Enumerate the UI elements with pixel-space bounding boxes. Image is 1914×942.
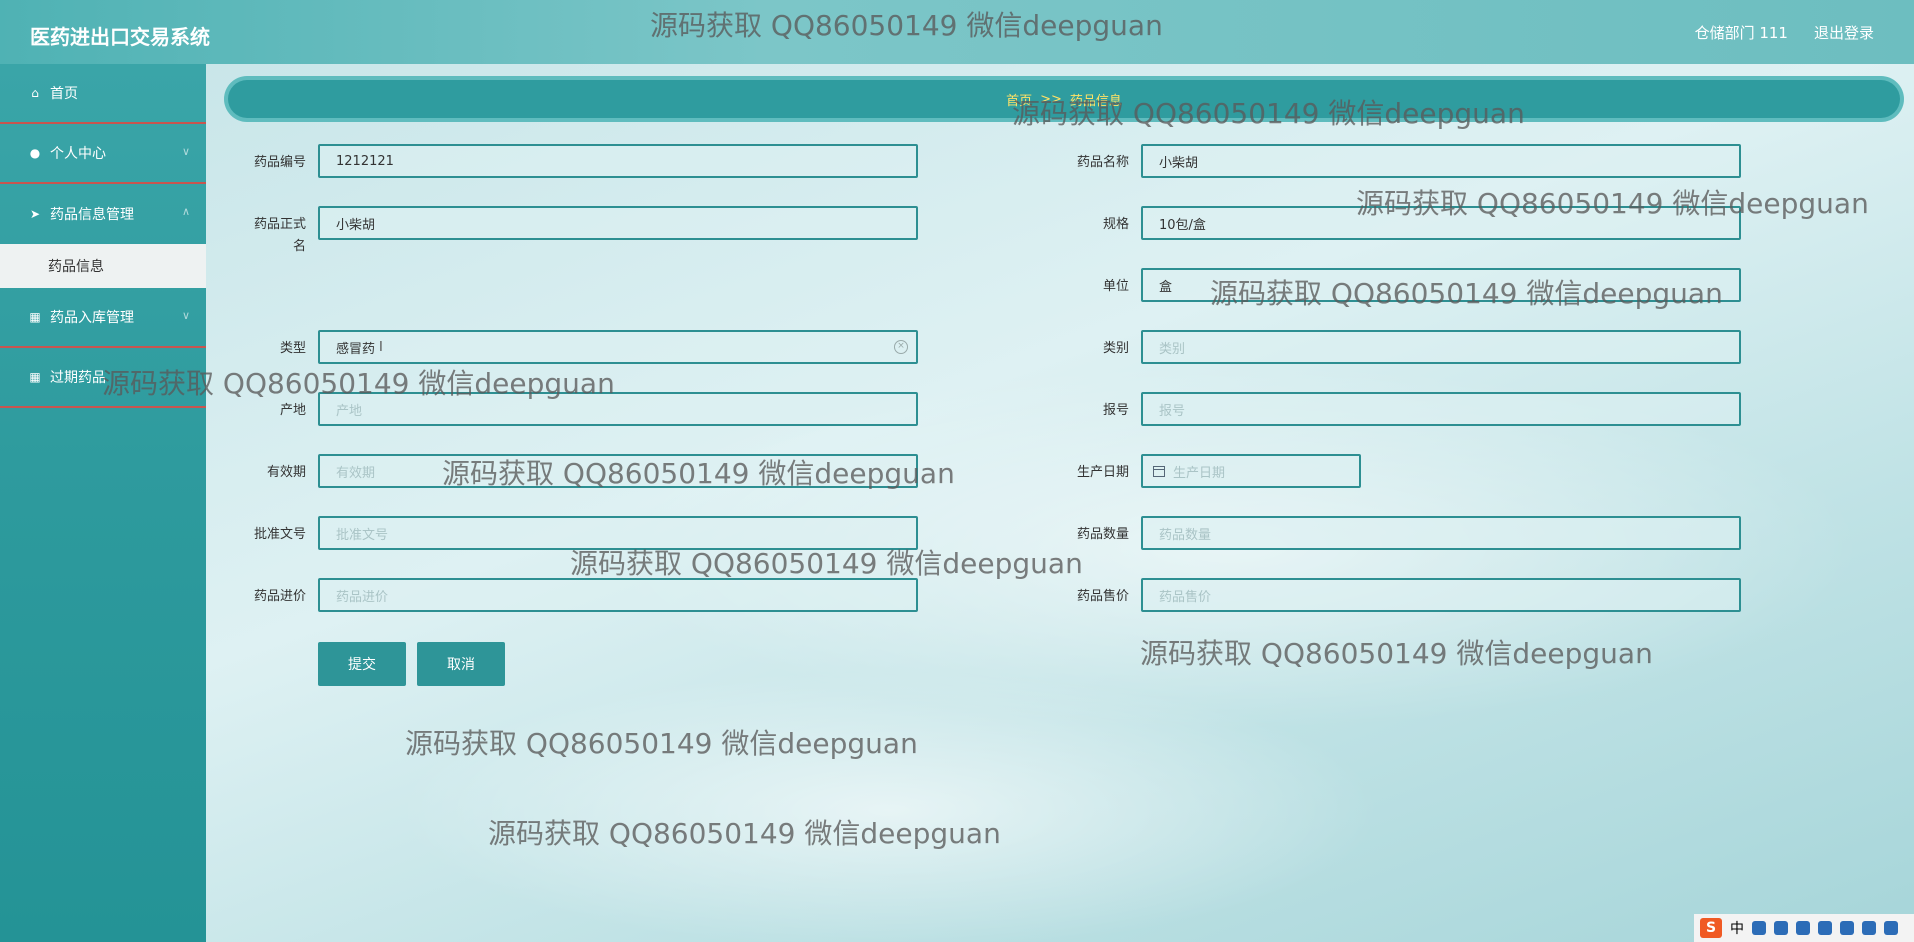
prod-date-picker[interactable]: 生产日期 — [1141, 454, 1361, 488]
top-bar-actions: 仓储部门 111 退出登录 — [1695, 22, 1874, 43]
form-row-category: 类别 类别 — [1029, 330, 1741, 368]
watermark: 源码获取 QQ86050149 微信deepguan — [1012, 97, 1525, 130]
form-row-quantity: 药品数量 药品数量 — [1029, 516, 1741, 554]
sidebar-item-label: 首页 — [50, 86, 78, 102]
prod-date-placeholder: 生产日期 — [1173, 465, 1226, 481]
report-no-input[interactable]: 报号 — [1141, 392, 1741, 426]
sidebar-item-label: 过期药品 — [50, 370, 106, 386]
form-row-sale-price: 药品售价 药品售价 — [1029, 578, 1741, 616]
ime-toolbar: S 中 — [1694, 914, 1914, 942]
chevron-up-icon: ∧ — [181, 205, 190, 218]
cancel-button[interactable]: 取消 — [417, 642, 505, 686]
form-row-report-no: 报号 报号 — [1029, 392, 1741, 430]
quantity-input[interactable]: 药品数量 — [1141, 516, 1741, 550]
sidebar-item-label: 个人中心 — [50, 146, 106, 162]
category-label: 类别 — [1102, 341, 1129, 356]
home-icon: ⌂ — [31, 86, 39, 100]
drug-name-label: 药品名称 — [1076, 155, 1129, 170]
send-icon: ➤ — [29, 207, 41, 221]
sale-price-label: 药品售价 — [1076, 589, 1129, 604]
sidebar-subitem-drug-info[interactable]: 药品信息 — [0, 244, 206, 288]
microphone-icon[interactable] — [1796, 921, 1810, 935]
sidebar-item-home[interactable]: ⌂ 首页 — [0, 64, 206, 124]
grid-icon: ▦ — [29, 310, 41, 324]
keyboard-icon[interactable] — [1818, 921, 1832, 935]
unit-label: 单位 — [1102, 279, 1129, 294]
watermark: 源码获取 QQ86050149 微信deepguan — [488, 817, 1001, 850]
purchase-price-input[interactable]: 药品进价 — [318, 578, 918, 612]
grid-icon: ▦ — [29, 370, 41, 384]
drug-name-input[interactable]: 小柴胡 — [1141, 144, 1741, 178]
text-cursor-icon: I — [379, 339, 383, 355]
form-row-drug-code: 药品编号 1212121 — [206, 144, 918, 182]
watermark: 源码获取 QQ86050149 微信deepguan — [405, 727, 918, 760]
chevron-down-icon: ∨ — [181, 309, 190, 322]
sidebar-item-label: 药品信息管理 — [50, 207, 134, 223]
watermark: 源码获取 QQ86050149 微信deepguan — [102, 367, 615, 400]
watermark: 源码获取 QQ86050149 微信deepguan — [442, 457, 955, 490]
drug-code-label: 药品编号 — [253, 155, 306, 170]
ime-language[interactable]: 中 — [1730, 918, 1744, 938]
grid-icon[interactable] — [1884, 921, 1898, 935]
prod-date-label: 生产日期 — [1076, 465, 1129, 480]
sidebar-item-drug-inbound[interactable]: ▦ 药品入库管理 ∨ — [0, 288, 206, 348]
spec-label: 规格 — [1102, 217, 1129, 232]
type-input[interactable]: 感冒药 I × — [318, 330, 918, 364]
type-value: 感冒药 — [336, 341, 376, 357]
form-row-purchase-price: 药品进价 药品进价 — [206, 578, 918, 616]
watermark: 源码获取 QQ86050149 微信deepguan — [1356, 187, 1869, 220]
category-input[interactable]: 类别 — [1141, 330, 1741, 364]
formal-name-label: 药品正式 名 — [206, 206, 306, 254]
form-row-prod-date: 生产日期 生产日期 — [1029, 454, 1361, 492]
calendar-icon — [1153, 465, 1165, 477]
sidebar: ⌂ 首页 ● 个人中心 ∨ ➤ 药品信息管理 ∧ 药品信息 ▦ 药品入库管理 ∨… — [0, 64, 206, 942]
current-user[interactable]: 仓储部门 111 — [1695, 22, 1788, 43]
sidebar-item-label: 药品入库管理 — [50, 310, 134, 326]
watermark: 源码获取 QQ86050149 微信deepguan — [570, 547, 1083, 580]
form-row-drug-name: 药品名称 小柴胡 — [1029, 144, 1741, 182]
user-icon[interactable] — [1840, 921, 1854, 935]
watermark: 源码获取 QQ86050149 微信deepguan — [1140, 637, 1653, 670]
report-no-label: 报号 — [1102, 403, 1129, 418]
formal-name-label-line2: 名 — [292, 239, 306, 254]
chevron-down-icon: ∨ — [181, 145, 190, 158]
formal-name-input[interactable]: 小柴胡 — [318, 206, 918, 240]
user-icon: ● — [29, 146, 41, 160]
watermark: 源码获取 QQ86050149 微信deepguan — [650, 9, 1163, 42]
logout-link[interactable]: 退出登录 — [1814, 22, 1874, 43]
sidebar-item-profile[interactable]: ● 个人中心 ∨ — [0, 124, 206, 184]
formal-name-label-line1: 药品正式 — [253, 217, 306, 232]
app-title: 医药进出口交易系统 — [30, 25, 210, 49]
drug-code-input[interactable]: 1212121 — [318, 144, 918, 178]
punctuation-icon[interactable] — [1752, 921, 1766, 935]
clear-icon[interactable]: × — [894, 340, 908, 354]
approval-no-label: 批准文号 — [253, 527, 306, 542]
submit-button[interactable]: 提交 — [318, 642, 406, 686]
sidebar-item-drug-info-management[interactable]: ➤ 药品信息管理 ∧ — [0, 184, 206, 244]
emoji-icon[interactable] — [1774, 921, 1788, 935]
form-row-formal-name: 药品正式 名 小柴胡 — [206, 206, 918, 254]
validity-label: 有效期 — [266, 465, 306, 480]
watermark: 源码获取 QQ86050149 微信deepguan — [1210, 277, 1723, 310]
purchase-price-label: 药品进价 — [253, 589, 306, 604]
ime-logo-icon[interactable]: S — [1700, 918, 1722, 938]
skin-icon[interactable] — [1862, 921, 1876, 935]
sale-price-input[interactable]: 药品售价 — [1141, 578, 1741, 612]
